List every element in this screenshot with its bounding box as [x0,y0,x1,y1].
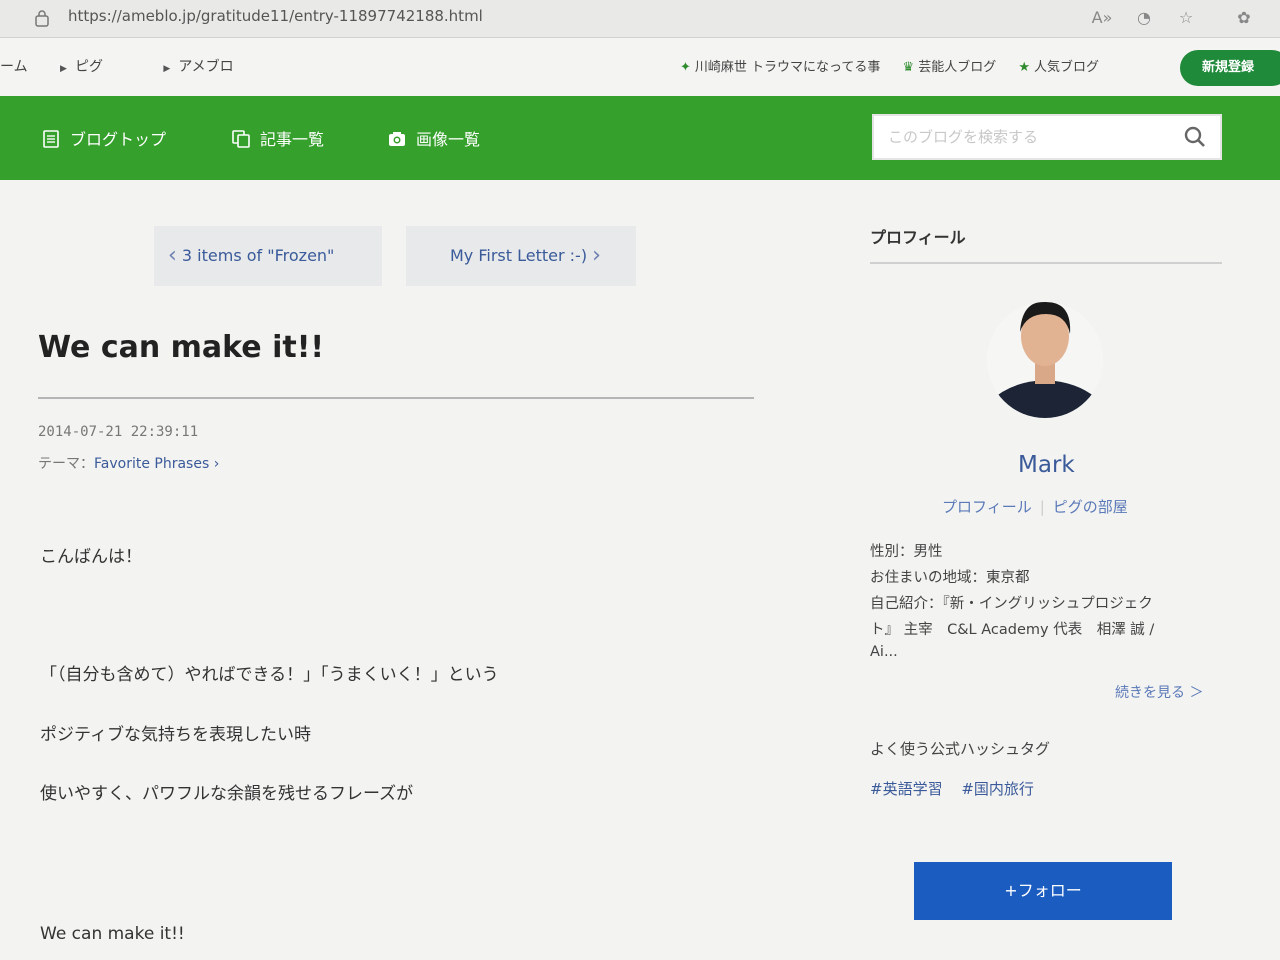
top-links: ✦ 川崎麻世 トラウマになってる事 ♛ 芸能人ブログ ★ 人気ブログ [680,56,1117,75]
star-icon: ★ [1018,60,1030,75]
nav-images-label: 画像一覧 [416,130,481,149]
body-paragraph: こんばんは！ [40,547,142,567]
chevron-left-icon: ‹ [168,243,177,268]
hashtag-link[interactable]: #英語学習 [870,780,943,798]
nav-articles[interactable]: 記事一覧 [232,126,324,150]
sparkle-icon: ✦ [680,60,691,75]
chevron-right-icon: › [209,456,220,472]
theme-link[interactable]: Favorite Phrases [94,456,209,472]
pigg-room-link[interactable]: ピグの部屋 [1053,498,1128,516]
browser-address-bar: https://ameblo.jp/gratitude11/entry-1189… [0,0,1280,38]
shield-icon[interactable]: ◔ [1132,6,1156,30]
trending-link[interactable]: 川崎麻世 トラウマになってる事 [695,60,880,75]
profile-region: お住まいの地域：東京都 [870,570,1030,586]
nav-blog-top[interactable]: ブログトップ [42,126,166,150]
body-paragraph: We can make it!! [40,924,185,944]
hashtag-list: #英語学習 #国内旅行 [870,778,1048,799]
popular-blog-link[interactable]: 人気ブログ [1034,60,1099,75]
body-paragraph: 使いやすく、パワフルな余韻を残せるフレーズが [40,784,414,804]
entry-theme: テーマ：Favorite Phrases › [38,453,219,473]
profile-intro-line: 自己紹介：『新・イングリッシュプロジェク [870,596,1153,612]
celebrity-blog-link[interactable]: 芸能人ブログ [918,60,996,75]
signup-button[interactable]: 新規登録 [1180,50,1280,86]
crumb-pigg[interactable]: ピグ [75,59,103,75]
entry-title: We can make it!! [38,330,325,365]
profile-name[interactable]: Mark [1018,452,1075,478]
site-top-bar: ーム ▶ ピグ ▶ アメブロ ✦ 川崎麻世 トラウマになってる事 ♛ 芸能人ブログ ★ 人… [0,38,1280,96]
prev-entry-label: 3 items of "Frozen" [181,246,335,265]
read-more-link[interactable]: 続きを見る ＞ [1115,682,1203,702]
document-icon [43,130,59,148]
next-entry-label: My First Letter :-) [450,246,588,265]
lock-icon [35,10,49,27]
entry-date: 2014-07-21 22:39:11 [38,424,199,440]
nav-blog-top-label: ブログトップ [70,130,167,149]
profile-gender: 性別：男性 [870,544,943,560]
extensions-icon[interactable]: ✿ [1232,6,1256,30]
title-divider [38,397,754,399]
profile-divider [870,262,1222,264]
read-aloud-icon[interactable]: A» [1090,6,1114,30]
search-input[interactable] [874,116,1164,158]
avatar[interactable] [986,294,1104,428]
body-paragraph: 「（自分も含めて）やればできる！」「うまくいく！」という [40,665,499,685]
caret-right-icon: ▶ [60,64,67,74]
theme-label: テーマ： [38,456,94,472]
url-text[interactable]: https://ameblo.jp/gratitude11/entry-1189… [68,7,483,25]
next-entry-button[interactable]: My First Letter :-) › [406,226,636,286]
hashtag-link[interactable]: #国内旅行 [961,780,1034,798]
follow-button[interactable]: +フォロー [914,862,1172,920]
favorite-star-icon[interactable]: ☆ [1174,6,1198,30]
chevron-right-icon: › [592,243,601,268]
profile-intro-line: Ai... [870,644,898,660]
blog-search [872,114,1222,160]
profile-link[interactable]: プロフィール [942,498,1032,516]
caret-right-icon: ▶ [163,64,171,74]
copy-icon [232,130,250,148]
nav-images[interactable]: 画像一覧 [388,126,480,150]
crown-icon: ♛ [902,60,915,75]
nav-articles-label: 記事一覧 [260,130,325,149]
profile-links: プロフィール | ピグの部屋 [942,496,1128,517]
breadcrumb: ーム ▶ ピグ ▶ アメブロ [0,56,290,76]
hashtag-heading: よく使う公式ハッシュタグ [870,740,1051,758]
blog-nav: ブログトップ 記事一覧 画像一覧 [0,96,1280,180]
camera-icon [389,132,405,146]
crumb-ameblo[interactable]: アメブロ [178,59,233,75]
search-icon[interactable] [1184,126,1206,148]
profile-intro-line: ト』 主宰 C&L Academy 代表 相澤 誠 / [870,622,1155,638]
profile-heading: プロフィール [870,228,966,247]
crumb-home[interactable]: ーム [0,59,28,75]
link-separator: | [1039,498,1045,516]
body-paragraph: ポジティブな気持ちを表現したい時 [40,725,311,745]
prev-entry-button[interactable]: ‹ 3 items of "Frozen" [154,226,382,286]
